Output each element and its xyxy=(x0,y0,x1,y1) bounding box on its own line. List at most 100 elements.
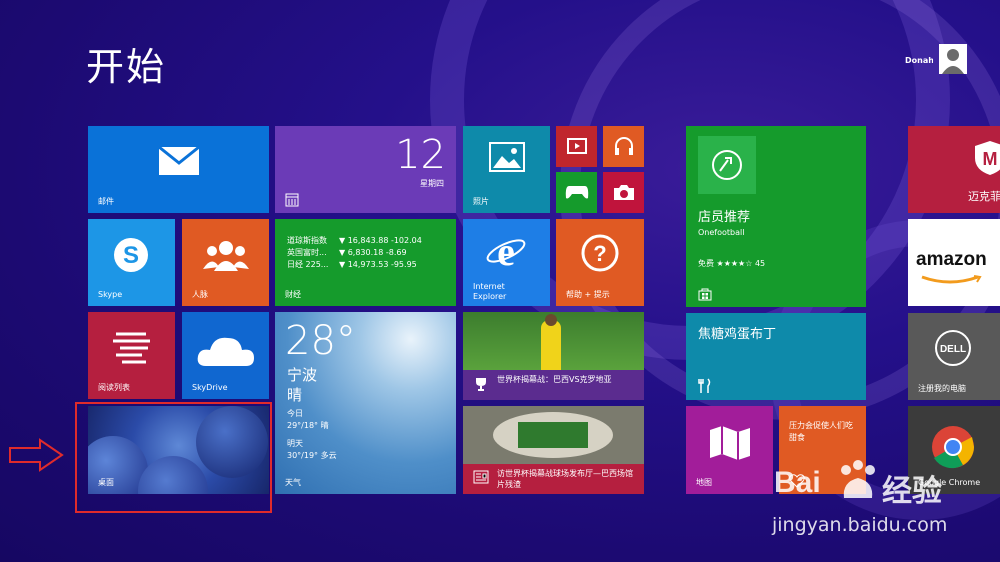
news-caption-2: 片残渣 xyxy=(497,480,521,489)
football-icon xyxy=(712,150,742,180)
calendar-day: 12 xyxy=(395,132,446,178)
user-account[interactable]: Donah xyxy=(905,44,967,76)
baidu-watermark: Bai 经验 jingyan.baidu.com xyxy=(770,458,1000,548)
svg-text:S: S xyxy=(123,242,139,269)
photos-icon xyxy=(489,142,525,172)
store-icon xyxy=(698,288,712,301)
finance-row-3: 日经 225... ▼ 14,973.53 -95.95 xyxy=(287,259,417,271)
tile-reading-label: 阅读列表 xyxy=(98,383,130,392)
arrow-right-icon xyxy=(9,438,64,472)
tile-weather[interactable]: 28° 宁波 晴 今日 29°/18° 晴 明天 30°/19° 多云 天气 xyxy=(275,312,456,494)
finance-row-2: 英国富时... ▼ 6,830.18 -8.69 xyxy=(287,247,407,259)
tile-sports[interactable]: 世界杯揭幕战：巴西VS克罗地亚 xyxy=(463,312,644,400)
svg-text:DELL: DELL xyxy=(940,344,966,355)
gamepad-icon xyxy=(565,186,589,199)
weather-city: 宁波 xyxy=(287,366,318,384)
tile-music[interactable] xyxy=(603,126,644,167)
tile-skype[interactable]: S Skype xyxy=(88,219,175,306)
store-rating: 免费 ★★★★☆ 45 xyxy=(698,259,766,268)
mail-icon xyxy=(158,146,200,175)
calendar-icon xyxy=(285,193,299,207)
tile-skydrive[interactable]: SkyDrive xyxy=(182,312,269,399)
cutlery-icon xyxy=(698,378,711,393)
tile-maps[interactable]: 地图 xyxy=(686,406,773,494)
news-icon xyxy=(473,470,489,484)
tile-maps-label: 地图 xyxy=(696,478,712,487)
reading-list-icon xyxy=(113,332,150,364)
svg-text:e: e xyxy=(497,231,515,271)
finance-value-1: ▼ 16,843.88 -102.04 xyxy=(339,236,422,245)
tile-internet-explorer[interactable]: e Internet Explorer xyxy=(463,219,550,306)
amazon-logo: amazon xyxy=(916,249,987,270)
health-text: 压力会促使人们吃甜食 xyxy=(789,421,853,442)
tile-mcafee[interactable]: M 迈克菲 xyxy=(908,126,1000,213)
calendar-weekday: 星期四 xyxy=(420,179,444,188)
store-app-icon xyxy=(698,136,756,194)
tile-calendar[interactable]: 12 星期四 xyxy=(275,126,456,213)
tile-games[interactable] xyxy=(556,172,597,213)
tile-reading-list[interactable]: 阅读列表 xyxy=(88,312,175,399)
tile-camera[interactable] xyxy=(603,172,644,213)
headphones-icon xyxy=(615,137,633,155)
tile-mail[interactable]: 邮件 xyxy=(88,126,269,213)
cloud-icon xyxy=(197,337,254,366)
weather-temperature: 28° xyxy=(285,318,356,364)
tile-news[interactable]: 访世界杯揭幕战球场发布厅—巴西场馆 片残渣 xyxy=(463,406,644,494)
tile-dell-label: 注册我的电脑 xyxy=(918,384,966,393)
avatar xyxy=(939,44,967,74)
people-icon xyxy=(203,241,249,271)
skype-icon: S xyxy=(114,238,148,272)
tile-skydrive-label: SkyDrive xyxy=(192,383,228,392)
tile-dell[interactable]: DELL 注册我的电脑 xyxy=(908,313,1000,400)
desktop-highlight-box xyxy=(75,402,272,513)
sports-caption: 世界杯揭幕战：巴西VS克罗地亚 xyxy=(497,375,612,384)
store-title: 店员推荐 xyxy=(698,210,751,225)
mcafee-shield-icon: M xyxy=(975,141,1000,175)
finance-name-1: 道琼斯指数 xyxy=(287,236,327,245)
dell-logo-icon: DELL xyxy=(935,330,971,366)
tile-video[interactable] xyxy=(556,126,597,167)
weather-tomorrow-label: 明天 xyxy=(287,439,303,448)
tile-help-label: 帮助 + 提示 xyxy=(566,290,610,299)
tile-amazon[interactable]: amazon xyxy=(908,219,1000,306)
tile-finance[interactable]: 道琼斯指数 ▼ 16,843.88 -102.04 英国富时... ▼ 6,830.… xyxy=(275,219,456,306)
finance-value-2: ▼ 6,830.18 -8.69 xyxy=(339,248,407,257)
baidu-paw-icon xyxy=(841,460,875,498)
tile-store[interactable]: 店员推荐 Onefootball 免费 ★★★★☆ 45 xyxy=(686,126,866,307)
amazon-smile-icon xyxy=(921,275,982,284)
tile-mail-label: 邮件 xyxy=(98,197,114,206)
tile-skype-label: Skype xyxy=(98,290,123,299)
news-caption: 访世界杯揭幕战球场发布厅—巴西场馆 xyxy=(497,469,633,478)
weather-today-label: 今日 xyxy=(287,409,303,418)
start-title: 开始 xyxy=(86,45,167,89)
tile-recipe[interactable]: 焦糖鸡蛋布丁 xyxy=(686,313,866,400)
username: Donah xyxy=(905,56,933,65)
tile-photos[interactable]: 照片 xyxy=(463,126,550,213)
tile-ie-label: Internet Explorer xyxy=(473,282,507,301)
weather-condition: 晴 xyxy=(287,386,303,404)
tile-mcafee-label: 迈克菲 xyxy=(968,190,1000,203)
help-icon: ? xyxy=(581,234,619,272)
finance-name-3: 日经 225... xyxy=(287,260,329,269)
video-icon xyxy=(567,138,587,154)
camera-icon xyxy=(614,185,634,200)
tile-help[interactable]: ? 帮助 + 提示 xyxy=(556,219,644,306)
finance-row-1: 道琼斯指数 ▼ 16,843.88 -102.04 xyxy=(287,235,422,247)
tile-photos-label: 照片 xyxy=(473,197,489,206)
store-app-name: Onefootball xyxy=(698,228,745,237)
watermark-brand-2: 经验 xyxy=(882,474,942,509)
news-photo xyxy=(463,406,644,464)
svg-text:M: M xyxy=(983,149,998,169)
tile-people-label: 人脉 xyxy=(192,290,208,299)
sports-photo xyxy=(463,312,644,370)
internet-explorer-icon: e xyxy=(486,231,526,271)
map-icon xyxy=(710,426,750,460)
tile-weather-label: 天气 xyxy=(285,478,301,487)
weather-tomorrow: 30°/19° 多云 xyxy=(287,451,337,460)
recipe-title: 焦糖鸡蛋布丁 xyxy=(698,327,777,342)
trophy-icon xyxy=(476,378,486,391)
tile-people[interactable]: 人脉 xyxy=(182,219,269,306)
weather-today: 29°/18° 晴 xyxy=(287,421,329,430)
watermark-brand: Bai xyxy=(774,466,821,499)
svg-text:?: ? xyxy=(593,241,606,266)
